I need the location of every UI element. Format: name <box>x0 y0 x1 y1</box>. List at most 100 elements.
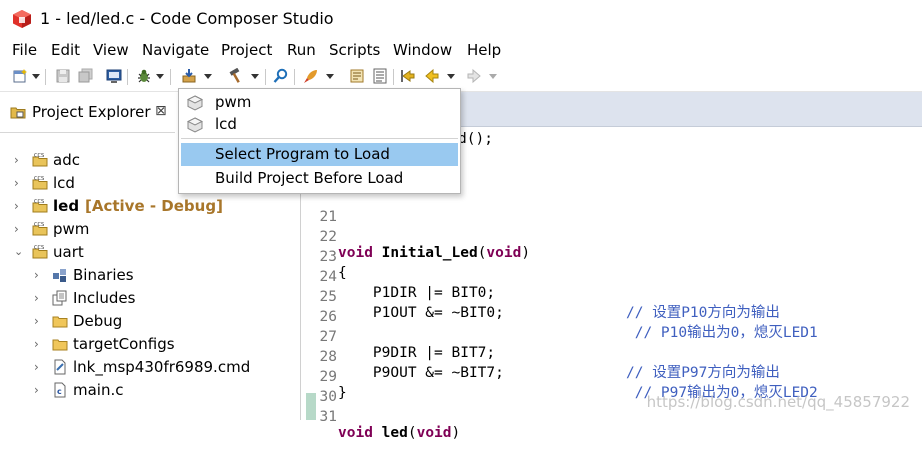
menu-item-build-project-before-load[interactable]: Build Project Before Load <box>179 167 460 190</box>
tree-item-linker-cmd[interactable]: › lnk_msp430fr6989.cmd <box>34 357 284 379</box>
chevron-right-icon[interactable]: › <box>34 360 46 374</box>
chevron-down-icon[interactable]: ⌄ <box>14 245 26 259</box>
menu-run[interactable]: Run <box>287 41 316 59</box>
menu-window[interactable]: Window <box>393 41 452 59</box>
svg-text:CCS: CCS <box>34 222 44 228</box>
chevron-right-icon[interactable]: › <box>14 199 26 213</box>
chevron-right-icon[interactable]: › <box>34 383 46 397</box>
menu-edit[interactable]: Edit <box>51 41 80 59</box>
debug-bug-icon[interactable] <box>136 68 152 84</box>
code-line: 25 P1OUT &= ~BIT0; // P10输出为0，熄灭LED1 <box>301 273 921 341</box>
watermark: https://blog.csdn.net/qq_45857922 <box>646 393 910 411</box>
chevron-down-icon[interactable] <box>447 74 455 79</box>
tree-item-uart[interactable]: ⌄ CCS uart <box>14 242 284 264</box>
tree-item-label: Binaries <box>73 266 134 284</box>
chevron-right-icon[interactable]: › <box>34 337 46 351</box>
menu-item-select-program-to-load[interactable]: Select Program to Load <box>181 143 458 166</box>
chevron-down-icon[interactable] <box>326 74 334 79</box>
binaries-icon <box>52 267 68 283</box>
tree-item-pwm[interactable]: › CCS pwm <box>14 219 284 241</box>
project-cube-icon <box>186 95 204 111</box>
chevron-right-icon[interactable]: › <box>14 153 26 167</box>
load-program-icon[interactable] <box>181 68 197 84</box>
rocket-icon[interactable] <box>303 68 319 84</box>
menu-view[interactable]: View <box>93 41 129 59</box>
folder-icon <box>52 336 68 352</box>
code-text: void led(void) <box>338 425 461 441</box>
open-perspective-icon[interactable] <box>349 68 365 84</box>
tree-item-targetconfigs[interactable]: › targetConfigs <box>34 334 284 356</box>
line-number: 31 <box>319 409 337 425</box>
project-cube-icon <box>186 117 204 133</box>
code-line: 21 <box>301 193 921 225</box>
tree-item-binaries[interactable]: › Binaries <box>34 265 284 287</box>
code-line: 23 { <box>301 233 921 281</box>
menu-item-label: pwm <box>215 93 252 111</box>
includes-icon <box>52 290 68 306</box>
menu-item-lcd[interactable]: lcd <box>179 113 460 136</box>
save-icon[interactable] <box>55 68 71 84</box>
toolbar-separator <box>294 69 295 85</box>
menu-item-label: Select Program to Load <box>215 145 390 163</box>
close-icon[interactable]: ⊠ <box>155 103 167 119</box>
project-explorer-icon <box>10 104 26 120</box>
tree-item-led[interactable]: › CCS led [Active - Debug] <box>14 196 284 218</box>
save-all-icon[interactable] <box>78 68 94 84</box>
ccs-project-icon: CCS <box>32 175 48 191</box>
new-icon[interactable] <box>12 68 28 84</box>
tree-item-label: Debug <box>73 312 123 330</box>
code-line: 26 <box>301 293 921 325</box>
chevron-down-icon[interactable] <box>204 74 212 79</box>
c-file-icon: c <box>52 382 68 398</box>
tree-item-label: led <box>53 197 80 215</box>
chevron-right-icon[interactable]: › <box>34 268 46 282</box>
menu-item-label: lcd <box>215 115 237 133</box>
search-icon[interactable] <box>273 68 289 84</box>
chevron-down-icon[interactable] <box>489 74 497 79</box>
menu-help[interactable]: Help <box>467 41 501 59</box>
tree-item-main-c[interactable]: › c main.c <box>34 380 284 402</box>
code-line: 29 } <box>301 353 921 401</box>
chevron-right-icon[interactable]: › <box>14 222 26 236</box>
tree-item-includes[interactable]: › Includes <box>34 288 284 310</box>
code-line: 24 P1DIR |= BIT0; // 设置P10方向为输出 <box>301 253 921 321</box>
svg-text:CCS: CCS <box>34 153 44 159</box>
svg-text:CCS: CCS <box>34 245 44 251</box>
chevron-right-icon[interactable]: › <box>14 176 26 190</box>
tab-project-explorer[interactable]: Project Explorer ⊠ <box>0 92 175 133</box>
active-debug-badge: [Active - Debug] <box>85 197 223 215</box>
code-line: 22 void Initial_Led(void) <box>301 213 921 261</box>
menu-scripts[interactable]: Scripts <box>329 41 380 59</box>
build-hammer-icon[interactable] <box>228 68 244 84</box>
svg-text:CCS: CCS <box>34 176 44 182</box>
chevron-down-icon[interactable] <box>32 74 40 79</box>
tree-item-label: uart <box>53 243 84 261</box>
menu-file[interactable]: File <box>12 41 37 59</box>
ccs-project-icon: CCS <box>32 244 48 260</box>
forward-arrow-icon[interactable] <box>466 68 482 84</box>
tree-item-debug[interactable]: › Debug <box>34 311 284 333</box>
load-program-dropdown: pwm lcd Select Program to Load Build Pro… <box>178 88 461 194</box>
chevron-right-icon[interactable]: › <box>34 314 46 328</box>
menu-separator <box>181 138 458 139</box>
chevron-down-icon[interactable] <box>251 74 259 79</box>
window-title: 1 - led/led.c - Code Composer Studio <box>40 9 334 28</box>
menu-project[interactable]: Project <box>221 41 272 59</box>
ccs-project-icon: CCS <box>32 198 48 214</box>
project-explorer-title: Project Explorer <box>32 103 151 121</box>
menu-navigate[interactable]: Navigate <box>142 41 209 59</box>
last-edit-icon[interactable] <box>400 68 416 84</box>
task-list-icon[interactable] <box>372 68 388 84</box>
tree-item-label: lnk_msp430fr6989.cmd <box>73 358 251 376</box>
toolbar-separator <box>45 69 46 85</box>
tree-item-label: adc <box>53 151 80 169</box>
chevron-down-icon[interactable] <box>156 74 164 79</box>
menu-item-pwm[interactable]: pwm <box>179 91 460 114</box>
tree-item-label: main.c <box>73 381 124 399</box>
toolbar-separator <box>265 69 266 85</box>
terminal-icon[interactable] <box>106 68 122 84</box>
code-text: d(); <box>458 131 493 147</box>
toolbar <box>0 63 922 92</box>
chevron-right-icon[interactable]: › <box>34 291 46 305</box>
back-arrow-icon[interactable] <box>424 68 440 84</box>
